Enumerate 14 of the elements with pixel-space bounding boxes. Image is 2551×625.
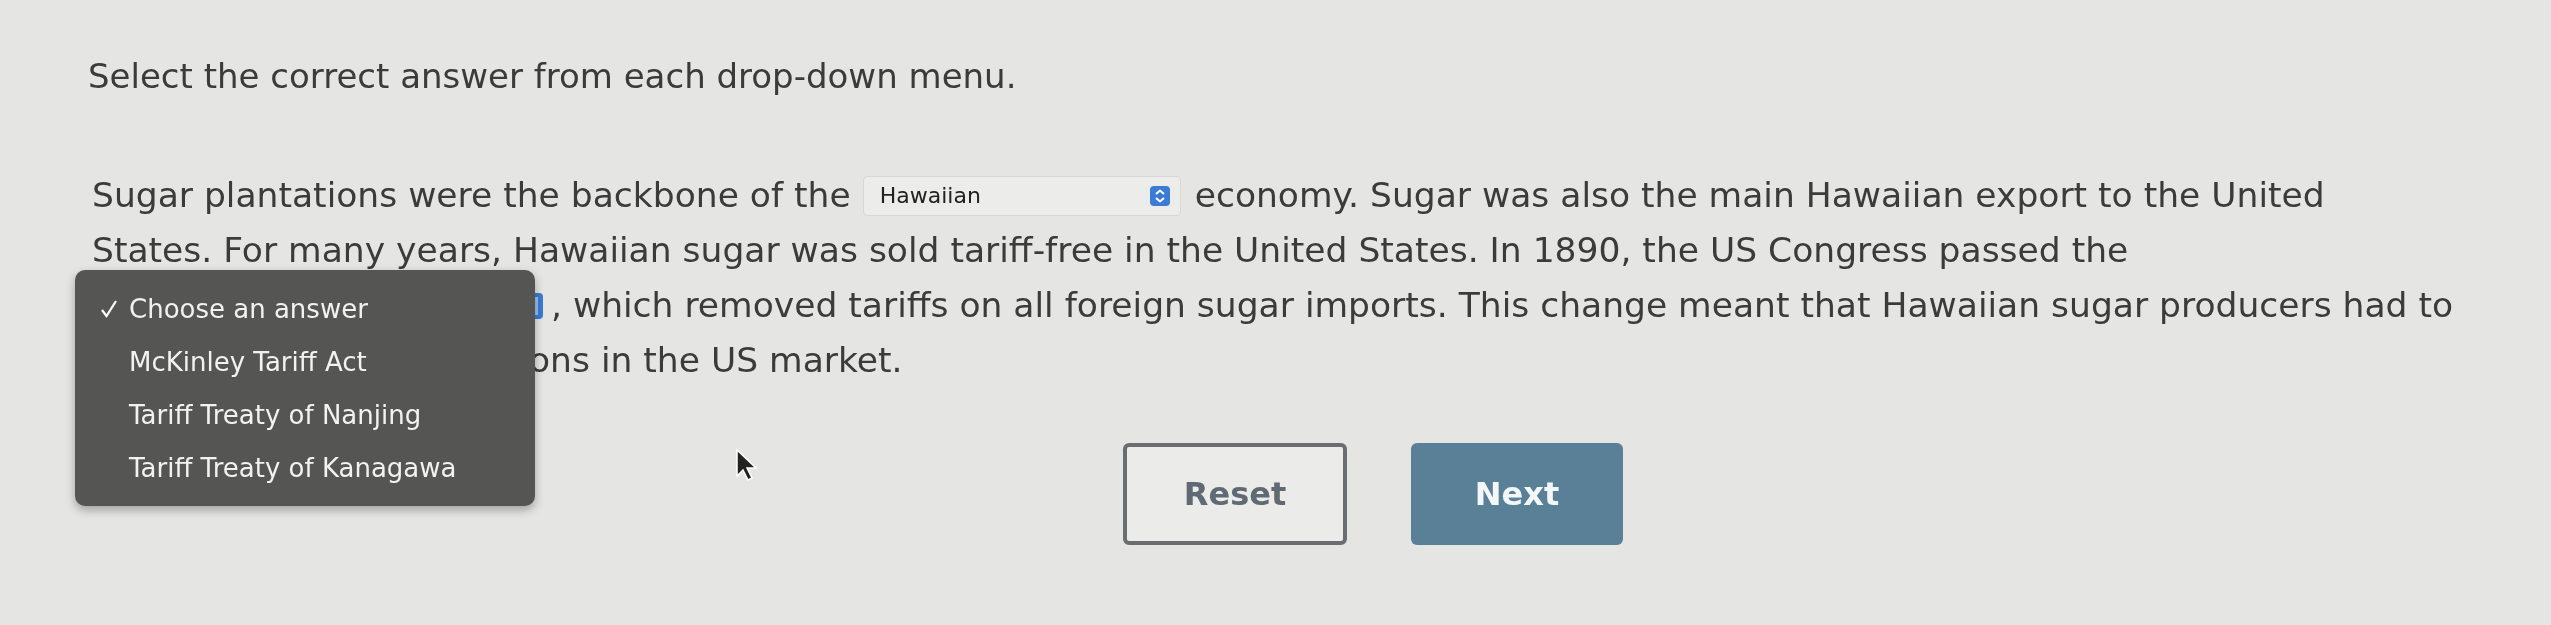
instruction-text: Select the correct answer from each drop-down menu. — [88, 56, 1017, 96]
mouse-pointer-icon — [735, 448, 759, 482]
next-button[interactable]: Next — [1411, 443, 1623, 545]
menu-option[interactable]: McKinley Tariff Act — [75, 335, 535, 388]
passage-text: Sugar plantations were the backbone of the — [92, 174, 851, 217]
reset-button[interactable]: Reset — [1123, 443, 1347, 545]
answer-dropdown[interactable]: Hawaiian — [862, 175, 1181, 216]
passage-text: economy. Sugar was also the main Hawaiian export to the United — [1194, 174, 2325, 217]
menu-option[interactable]: Choose an answer — [75, 282, 535, 335]
passage-text: , which removed tariffs on all foreign sugar imports. This change meant that Hawaiian sugar producers had to — [551, 284, 2454, 327]
menu-option[interactable]: Tariff Treaty of Kanagawa — [75, 441, 535, 494]
updown-arrows-icon — [1149, 185, 1170, 206]
menu-option[interactable]: Tariff Treaty of Nanjing — [75, 388, 535, 441]
passage-text: States. For many years, Hawaiian sugar was sold tariff-free in the United States. In 1890, the US Congress passed the — [92, 229, 2129, 272]
